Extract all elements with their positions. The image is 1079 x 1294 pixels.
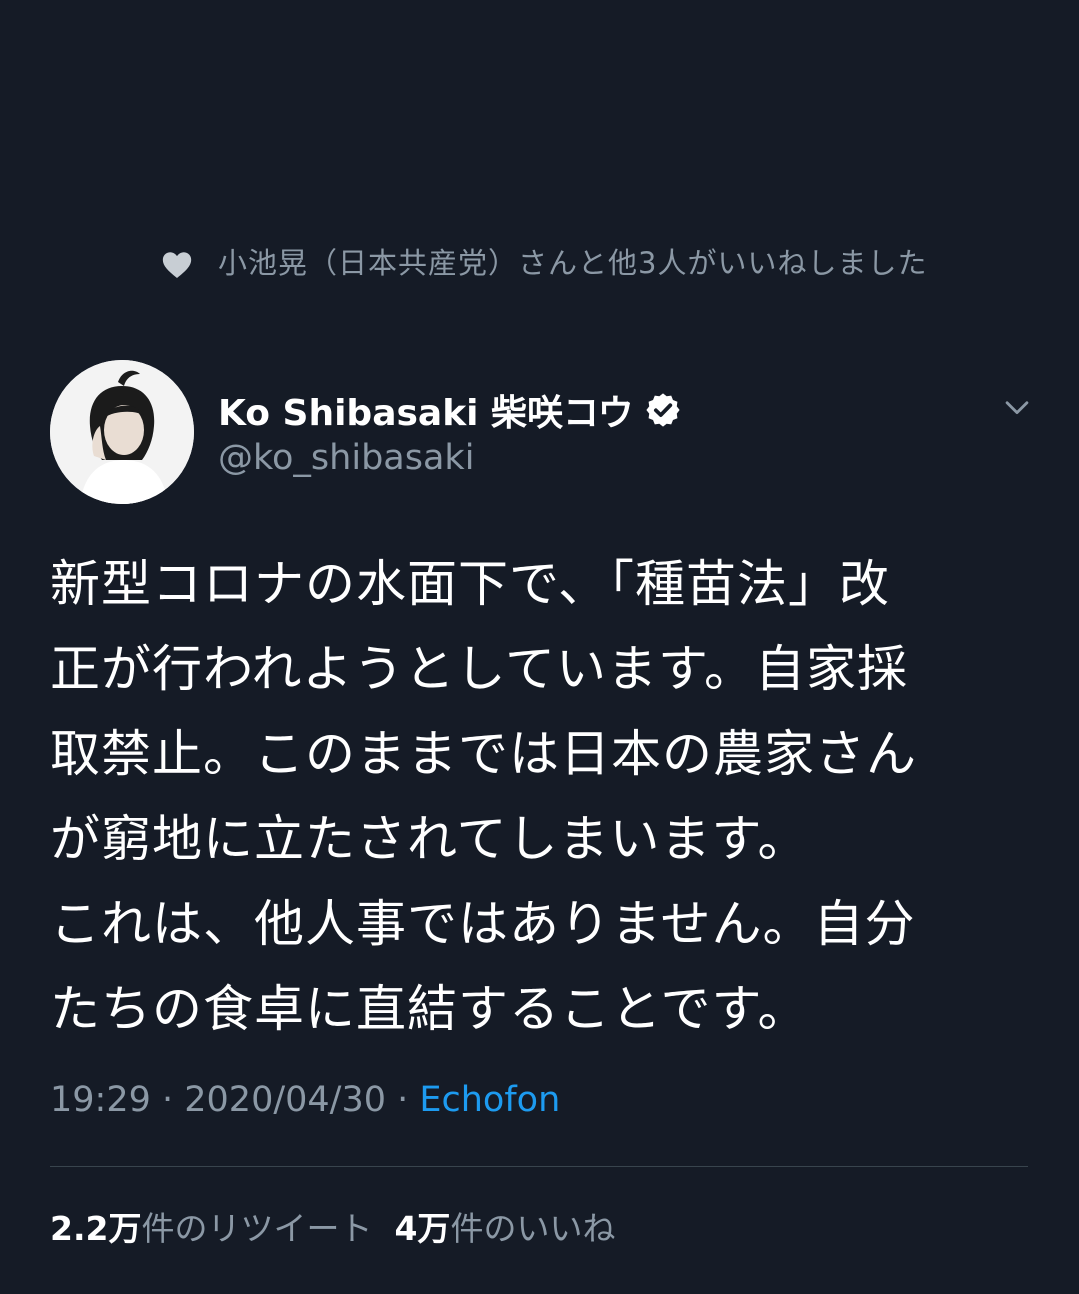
social-context[interactable]: 小池晃（日本共産党）さんと他3人がいいねしました <box>160 242 1020 284</box>
retweets-label: 件のリツイート <box>141 1209 373 1248</box>
likes-stat[interactable]: 4万件のいいね <box>394 1209 615 1248</box>
tweet-text-line: 正が行われようとしています。自家採 <box>50 640 908 698</box>
tweet-text-line: が窮地に立たされてしまいます。 <box>50 810 809 868</box>
user-handle[interactable]: @ko_shibasaki <box>218 438 474 478</box>
chevron-down-icon[interactable] <box>1000 390 1034 424</box>
meta-separator: · <box>150 1080 185 1120</box>
meta-separator: · <box>386 1080 420 1120</box>
tweet-stats: 2.2万件のリツイート 4万件のいいね <box>50 1202 615 1250</box>
tweet-text: 新型コロナの水面下で、「種苗法」改 正が行われようとしています。自家採 取禁止。… <box>50 542 1030 1052</box>
retweets-count: 2.2万 <box>50 1209 142 1248</box>
tweet-text-line: 取禁止。このままでは日本の農家さん <box>50 725 917 783</box>
likes-label: 件のいいね <box>450 1209 616 1248</box>
likes-count: 4万 <box>394 1209 451 1248</box>
tweet-header: Ko Shibasaki 柴咲コウ @ko_shibasaki <box>50 360 1040 505</box>
tweet-text-line: たちの食卓に直結することです。 <box>50 980 809 1038</box>
avatar-image <box>50 360 194 504</box>
retweets-stat[interactable]: 2.2万件のリツイート <box>50 1209 372 1248</box>
tweet-meta: 19:29 · 2020/04/30 · Echofon <box>50 1080 560 1120</box>
name-row[interactable]: Ko Shibasaki 柴咲コウ <box>218 384 682 436</box>
tweet-text-line: これは、他人事ではありません。自分 <box>50 895 916 953</box>
verified-badge-icon <box>645 393 680 427</box>
tweet-time[interactable]: 19:29 <box>50 1080 151 1120</box>
tweet-date[interactable]: 2020/04/30 <box>184 1080 386 1120</box>
social-context-text: 小池晃（日本共産党）さんと他3人がいいねしました <box>218 246 928 280</box>
tweet-text-line: 新型コロナの水面下で、「種苗法」改 <box>50 555 890 613</box>
avatar[interactable] <box>50 360 194 504</box>
tweet-source-link[interactable]: Echofon <box>419 1080 560 1120</box>
display-name[interactable]: Ko Shibasaki 柴咲コウ <box>218 384 634 436</box>
divider <box>50 1166 1028 1167</box>
heart-icon <box>162 252 192 279</box>
